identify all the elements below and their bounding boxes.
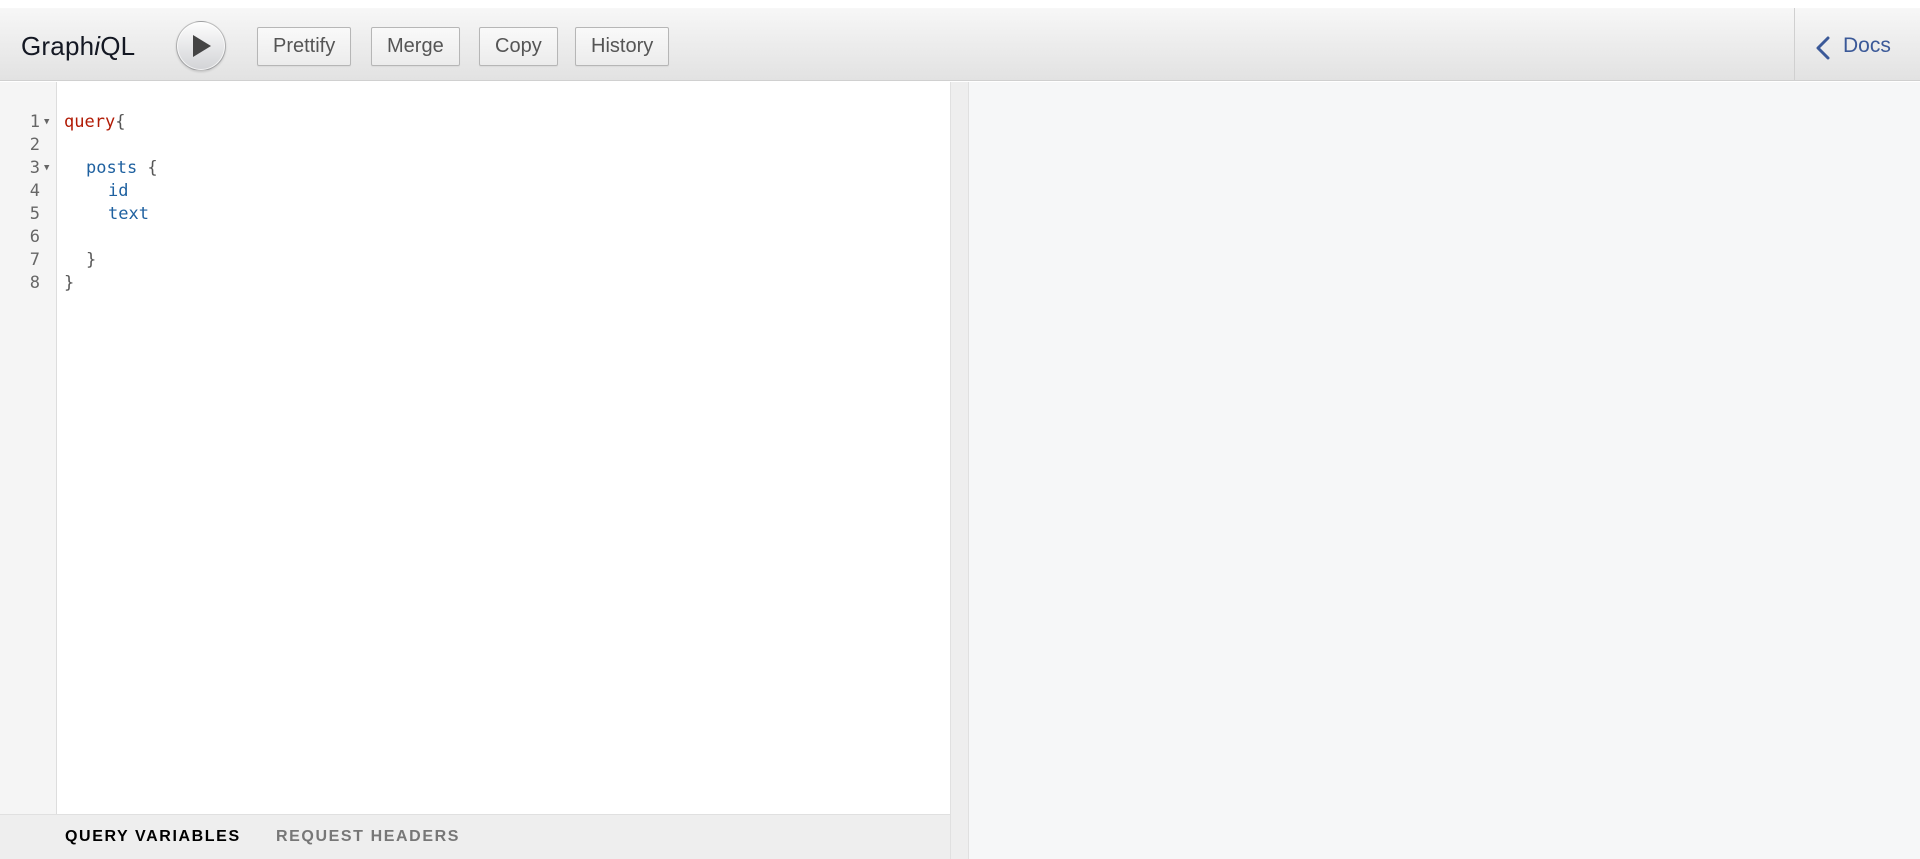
prettify-button[interactable]: Prettify [257, 27, 352, 66]
toolbar: GraphiQL Prettify Merge Copy History Doc… [0, 8, 1920, 81]
line-number: 1 [29, 112, 40, 132]
title-prefix: Graph [21, 31, 95, 61]
line-number: 3 [29, 158, 40, 178]
code-line: 5 text [0, 203, 950, 226]
chevron-left-icon [1816, 36, 1830, 60]
code-line: 2 [0, 134, 950, 157]
code-line: 6 [0, 226, 950, 249]
result-pane [969, 82, 1920, 859]
docs-divider [1794, 8, 1795, 81]
execute-query-button[interactable] [176, 21, 226, 71]
code-text: posts { [86, 157, 158, 180]
copy-button[interactable]: Copy [479, 27, 558, 66]
fold-arrow-icon[interactable]: ▼ [44, 111, 49, 134]
graphiql-app: GraphiQL Prettify Merge Copy History Doc… [0, 0, 1920, 859]
tab-request-headers[interactable]: REQUEST HEADERS [276, 828, 460, 846]
merge-button[interactable]: Merge [371, 27, 460, 66]
line-number: 5 [29, 204, 40, 224]
variables-editor-titlebar[interactable]: QUERY VARIABLES REQUEST HEADERS [0, 814, 950, 859]
query-keyword: query [64, 112, 116, 132]
line-number: 2 [29, 135, 40, 155]
close-brace: } [64, 273, 75, 293]
query-editor[interactable]: 1 ▼ query{ 2 3 ▼ posts { 4 id 5 text 6 7… [0, 82, 950, 814]
code-text: query{ [64, 111, 125, 134]
code-line: 4 id [0, 180, 950, 203]
line-number: 8 [29, 273, 40, 293]
posts-open-brace: { [137, 158, 158, 178]
posts-field: posts [86, 158, 138, 178]
play-icon [193, 35, 211, 57]
tab-query-variables[interactable]: QUERY VARIABLES [65, 828, 241, 846]
open-brace: { [115, 112, 126, 132]
line-number: 4 [29, 181, 40, 201]
history-button[interactable]: History [575, 27, 670, 66]
code-text: } [86, 249, 96, 272]
code-line: 7 } [0, 249, 950, 272]
editor-resize-handle[interactable] [950, 82, 969, 859]
code-text: } [64, 272, 74, 295]
fold-arrow-icon[interactable]: ▼ [44, 157, 49, 180]
code-line: 1 ▼ query{ [0, 111, 950, 134]
text-field: text [108, 204, 149, 224]
line-number: 6 [29, 227, 40, 247]
code-text: id [108, 180, 128, 203]
code-line: 8 } [0, 272, 950, 295]
code-text: text [108, 203, 149, 226]
title-suffix: QL [100, 31, 136, 61]
code-line: 3 ▼ posts { [0, 157, 950, 180]
docs-label: Docs [1843, 34, 1891, 57]
id-field: id [108, 181, 129, 201]
app-title: GraphiQL [21, 31, 135, 62]
posts-close-brace: } [86, 250, 97, 270]
line-number: 7 [29, 250, 40, 270]
